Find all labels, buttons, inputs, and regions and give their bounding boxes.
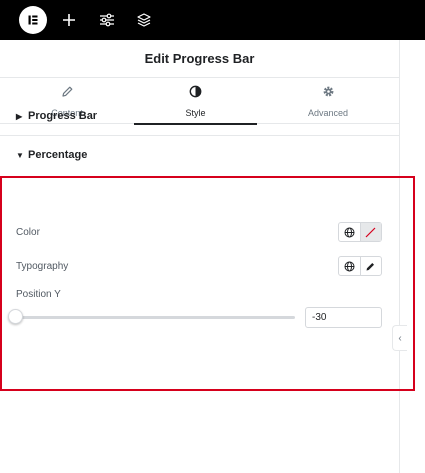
edit-typography-button[interactable] — [359, 257, 381, 275]
sliders-icon[interactable] — [93, 6, 121, 34]
section-progress-bar: ▶ Progress Bar — [0, 84, 399, 136]
color-control — [338, 222, 382, 242]
pencil-icon — [366, 262, 375, 270]
collapse-panel-button[interactable]: ‹ — [392, 325, 407, 351]
caret-right-icon: ▶ — [16, 111, 23, 121]
typography-label: Typography — [16, 261, 69, 272]
no-color-icon — [366, 227, 376, 237]
chevron-left-icon: ‹ — [398, 332, 402, 344]
typography-control — [338, 256, 382, 276]
caret-down-icon: ▼ — [16, 150, 24, 160]
position-y-slider-handle[interactable] — [8, 309, 23, 324]
globe-icon — [344, 261, 355, 271]
position-y-slider-track[interactable] — [16, 316, 295, 319]
section-percentage-toggle[interactable]: ▼ Percentage — [16, 145, 87, 165]
section-progress-bar-title: Progress Bar — [28, 110, 98, 122]
position-y-input[interactable] — [305, 307, 382, 328]
global-colors-button[interactable] — [339, 223, 360, 241]
color-label: Color — [16, 227, 40, 238]
global-fonts-button[interactable] — [339, 257, 360, 275]
plus-icon[interactable] — [55, 6, 83, 34]
section-progress-bar-toggle[interactable]: ▶ Progress Bar — [16, 106, 97, 126]
top-toolbar — [0, 0, 425, 40]
globe-icon — [344, 227, 355, 237]
panel-title: Edit Progress Bar — [0, 40, 399, 78]
color-picker-button[interactable] — [359, 223, 381, 241]
elementor-logo-icon[interactable] — [19, 6, 47, 34]
position-y-label: Position Y — [16, 289, 61, 300]
section-percentage-title: Percentage — [28, 149, 88, 161]
layers-icon[interactable] — [130, 6, 158, 34]
